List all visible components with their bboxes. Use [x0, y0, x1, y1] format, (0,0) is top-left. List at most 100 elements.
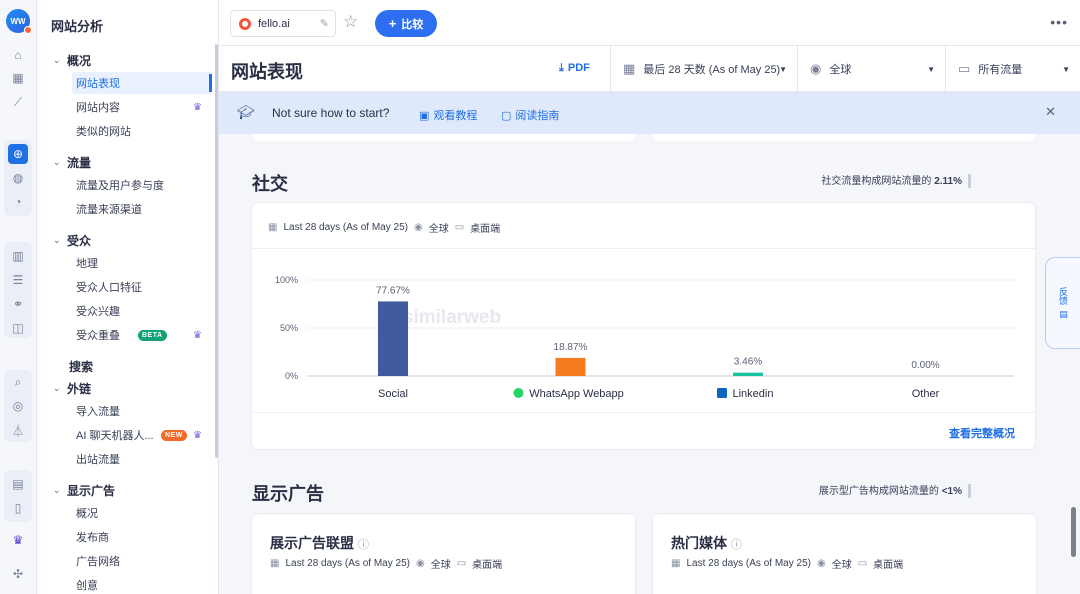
- x-category-label: WhatsApp Webapp: [529, 388, 624, 400]
- nav-item-traffic-engagement[interactable]: 流量及用户参与度: [72, 174, 212, 196]
- nav-section-audience[interactable]: ⌄ 受众: [53, 232, 91, 249]
- zoom-icon[interactable]: ⌕: [8, 372, 28, 392]
- bar-social: [378, 301, 408, 376]
- new-badge: NEW: [161, 429, 187, 441]
- nav-item-ad-networks[interactable]: 广告网络: [72, 550, 212, 572]
- chevron-down-icon: ⌄: [53, 157, 61, 167]
- tag-icon[interactable]: ◫: [8, 318, 28, 338]
- x-category-label: Linkedin: [733, 388, 774, 400]
- video-icon: ▣: [419, 110, 430, 122]
- palette-icon[interactable]: ◍: [8, 168, 28, 188]
- caret-down-icon: ▼: [779, 64, 787, 74]
- chevron-down-icon: ⌄: [53, 235, 61, 245]
- main-scrollbar[interactable]: [1071, 507, 1076, 557]
- pie-icon[interactable]: ◔: [8, 192, 28, 212]
- nav-section-backlinks[interactable]: ⌄ 外链: [53, 380, 91, 397]
- display-ads-section-title: 显示广告: [252, 484, 324, 504]
- nav-section-display-ads[interactable]: ⌄ 显示广告: [53, 482, 115, 499]
- star-icon[interactable]: ☆: [343, 12, 358, 32]
- nav-item-ads-overview[interactable]: 概况: [72, 502, 212, 524]
- nav-item-interests[interactable]: 受众兴趣: [72, 300, 212, 322]
- nav-section-search[interactable]: 搜索: [69, 358, 93, 375]
- nav-item-website-content[interactable]: 网站内容 ♛: [72, 96, 212, 118]
- filter-icon[interactable]: ⏃: [8, 420, 28, 440]
- top-media-title: 热门媒体 ⓘ: [671, 535, 742, 551]
- nav-title: 网站分析: [51, 19, 104, 34]
- pdf-button[interactable]: ⤓ PDF: [559, 62, 590, 75]
- phone-icon[interactable]: ▯: [8, 498, 28, 518]
- globe-icon[interactable]: ⊕: [8, 144, 28, 164]
- watch-tutorial-link[interactable]: ▣ 观看教程: [419, 107, 477, 123]
- book-icon: ▢: [501, 110, 512, 122]
- globe-icon: ◉: [415, 558, 425, 569]
- nav-item-creatives[interactable]: 创意: [72, 574, 212, 594]
- whatsapp-icon: [513, 388, 524, 398]
- compare-button[interactable]: + 比较: [375, 10, 437, 37]
- caret-down-icon: ▼: [927, 64, 935, 74]
- social-card: ▦ Last 28 days (As of May 25) ◉ 全球 ▭ 桌面端…: [252, 203, 1035, 449]
- nav-item-geography[interactable]: 地理: [72, 252, 212, 274]
- card-stub-left: [252, 134, 635, 141]
- nav-item-outgoing[interactable]: 出站流量: [72, 448, 212, 470]
- bar-value-label: 18.87%: [554, 342, 588, 353]
- bars-icon[interactable]: ▥: [8, 246, 28, 266]
- linkedin-icon: [717, 388, 727, 398]
- chevron-down-icon: ⌄: [53, 55, 61, 65]
- y-tick-label: 100%: [275, 275, 298, 285]
- info-icon[interactable]: ⓘ: [358, 539, 369, 551]
- nav-item-website-performance[interactable]: 网站表现: [72, 72, 212, 94]
- info-icon[interactable]: ⓘ: [731, 539, 742, 551]
- target-icon[interactable]: ◎: [8, 396, 28, 416]
- nav-item-audience-overlap[interactable]: 受众重叠 BETA ♛: [72, 324, 212, 346]
- nav-item-referrals[interactable]: 导入流量: [72, 400, 212, 422]
- chevron-down-icon: ⌄: [53, 485, 61, 495]
- site-chip[interactable]: fello.ai ✎: [230, 10, 336, 37]
- grid-icon[interactable]: ▦: [8, 68, 28, 88]
- chevron-down-icon: ⌄: [53, 383, 61, 393]
- graduation-cap-icon: 🎓︎: [237, 104, 255, 120]
- more-icon[interactable]: •••: [1050, 14, 1068, 30]
- trend-icon[interactable]: ⟋: [8, 92, 28, 112]
- close-icon[interactable]: ✕: [1045, 104, 1056, 120]
- main-content: 社交 社交流量构成网站流量的 2.11% ▦ Last 28 days (As …: [219, 134, 1069, 594]
- devices-icon: ▭: [958, 61, 971, 76]
- read-guide-link[interactable]: ▢ 阅读指南: [501, 107, 559, 123]
- home-icon[interactable]: ⌂: [8, 45, 28, 65]
- date-filter[interactable]: ▦ 最后 28 天数 (As of May 25) ▼: [610, 46, 797, 92]
- caret-down-icon: ▼: [1062, 64, 1070, 74]
- icon-rail: WW ⌂ ▦ ⟋ ⊕ ◍ ◔ ▥ ☰ ⚭ ◫ ⌕ ◎ ⏃ ▤ ▯ ♛ ✣: [0, 0, 37, 594]
- social-section-title: 社交: [252, 174, 288, 194]
- beta-badge: BETA: [138, 329, 167, 341]
- nav-item-similar-sites[interactable]: 类似的网站: [72, 120, 212, 142]
- view-full-overview-link[interactable]: 查看完整概况: [949, 425, 1015, 441]
- link-icon[interactable]: ⚭: [8, 294, 28, 314]
- nav-section-traffic[interactable]: ⌄ 流量: [53, 154, 91, 171]
- country-filter[interactable]: ◉ 全球 ▼: [797, 46, 945, 92]
- crown-icon: ♛: [193, 429, 202, 441]
- display-ads-share-note: 展示型广告构成网站流量的 <1%: [819, 482, 971, 499]
- feedback-tab[interactable]: 反馈 ▤: [1045, 257, 1080, 349]
- download-icon: ⤓: [559, 62, 564, 74]
- bar-value-label: 3.46%: [734, 357, 762, 368]
- nav-scrollbar[interactable]: [215, 44, 218, 458]
- desktop-icon: ▭: [456, 558, 467, 569]
- doc-check-icon[interactable]: ▤: [8, 474, 28, 494]
- social-share-note: 社交流量构成网站流量的 2.11%: [821, 172, 971, 189]
- bar-value-label: 0.00%: [911, 360, 939, 371]
- nav-section-overview[interactable]: ⌄ 概况: [53, 52, 91, 69]
- x-category-label: Other: [912, 388, 940, 400]
- page-header: 网站表现 ⤓ PDF ▦ 最后 28 天数 (As of May 25) ▼ ◉ …: [219, 46, 1080, 92]
- pencil-icon[interactable]: ✎: [320, 17, 329, 30]
- nav-item-traffic-channels[interactable]: 流量来源渠道: [72, 198, 212, 220]
- nav-item-demographics[interactable]: 受众人口特征: [72, 276, 212, 298]
- crown-icon[interactable]: ♛: [8, 530, 28, 550]
- nav-item-ai-chatbots[interactable]: AI 聊天机器人... NEW ♛: [72, 424, 212, 446]
- app-logo[interactable]: WW: [6, 9, 32, 34]
- y-tick-label: 0%: [285, 371, 298, 381]
- nav-item-publishers[interactable]: 发布商: [72, 526, 212, 548]
- calendar-icon: ▦: [623, 61, 636, 76]
- traffic-filter[interactable]: ▭ 所有流量 ▼: [945, 46, 1080, 92]
- top-bar: fello.ai ✎ ☆ + 比较 •••: [219, 0, 1080, 46]
- puzzle-icon[interactable]: ✣: [8, 564, 28, 584]
- search-list-icon[interactable]: ☰: [8, 270, 28, 290]
